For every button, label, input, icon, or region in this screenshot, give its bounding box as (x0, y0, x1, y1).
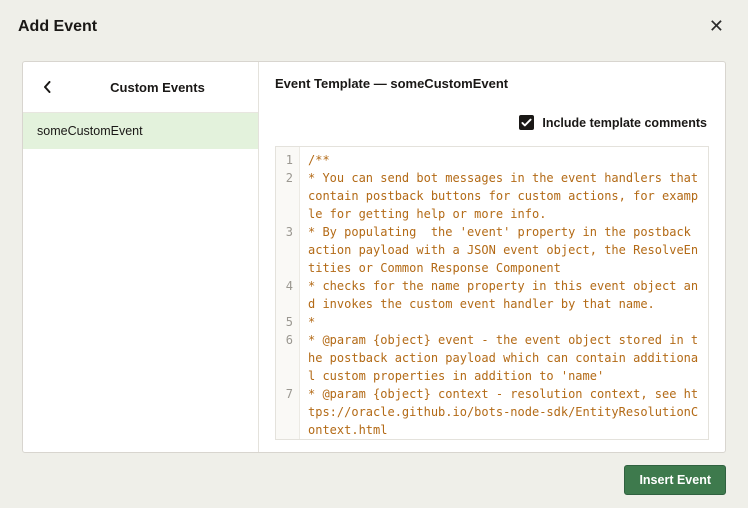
sidebar-item-somecustomevent[interactable]: someCustomEvent (23, 113, 258, 149)
close-icon: ✕ (709, 16, 724, 36)
main-top: Event Template — someCustomEvent Include… (259, 62, 725, 140)
code-line: * You can send bot messages in the event… (308, 169, 700, 223)
code-line: * @param {object} context - resolution c… (308, 385, 700, 439)
chevron-left-icon (43, 81, 51, 93)
main-area: Event Template — someCustomEvent Include… (259, 62, 725, 452)
gutter-line: 5 (284, 313, 293, 331)
gutter-line: 6 (284, 331, 293, 385)
sidebar: Custom Events someCustomEvent (23, 62, 259, 452)
editor-gutter: 123456789 (276, 147, 300, 439)
gutter-line: 4 (284, 277, 293, 313)
gutter-line: 8 (284, 439, 293, 440)
sidebar-list: someCustomEvent (23, 113, 258, 452)
check-icon (521, 117, 532, 128)
sidebar-item-label: someCustomEvent (37, 124, 143, 138)
gutter-line: 1 (284, 151, 293, 169)
include-comments-row: Include template comments (275, 115, 709, 130)
gutter-line: 2 (284, 169, 293, 223)
dialog-footer: Insert Event (0, 453, 748, 507)
dialog-title: Add Event (18, 18, 97, 36)
code-line: * checks for the name property in this e… (308, 277, 700, 313)
close-button[interactable]: ✕ (703, 14, 730, 39)
dialog-header: Add Event ✕ (0, 0, 748, 53)
template-title: Event Template — someCustomEvent (275, 76, 709, 91)
code-line: * By populating the 'event' property in … (308, 223, 700, 277)
insert-event-button[interactable]: Insert Event (624, 465, 726, 495)
insert-event-label: Insert Event (639, 473, 711, 487)
gutter-line: 3 (284, 223, 293, 277)
include-comments-label[interactable]: Include template comments (542, 116, 707, 130)
code-line: * @param {object} event - the event obje… (308, 331, 700, 385)
main-panel: Custom Events someCustomEvent Event Temp… (22, 61, 726, 453)
code-editor[interactable]: 123456789 /*** You can send bot messages… (275, 146, 709, 440)
editor-code[interactable]: /*** You can send bot messages in the ev… (300, 147, 708, 439)
sidebar-header: Custom Events (23, 62, 258, 113)
back-button[interactable] (33, 76, 61, 98)
code-line: /** (308, 151, 700, 169)
include-comments-checkbox[interactable] (519, 115, 534, 130)
gutter-line: 7 (284, 385, 293, 439)
code-line: * (308, 313, 700, 331)
sidebar-title: Custom Events (71, 80, 244, 95)
